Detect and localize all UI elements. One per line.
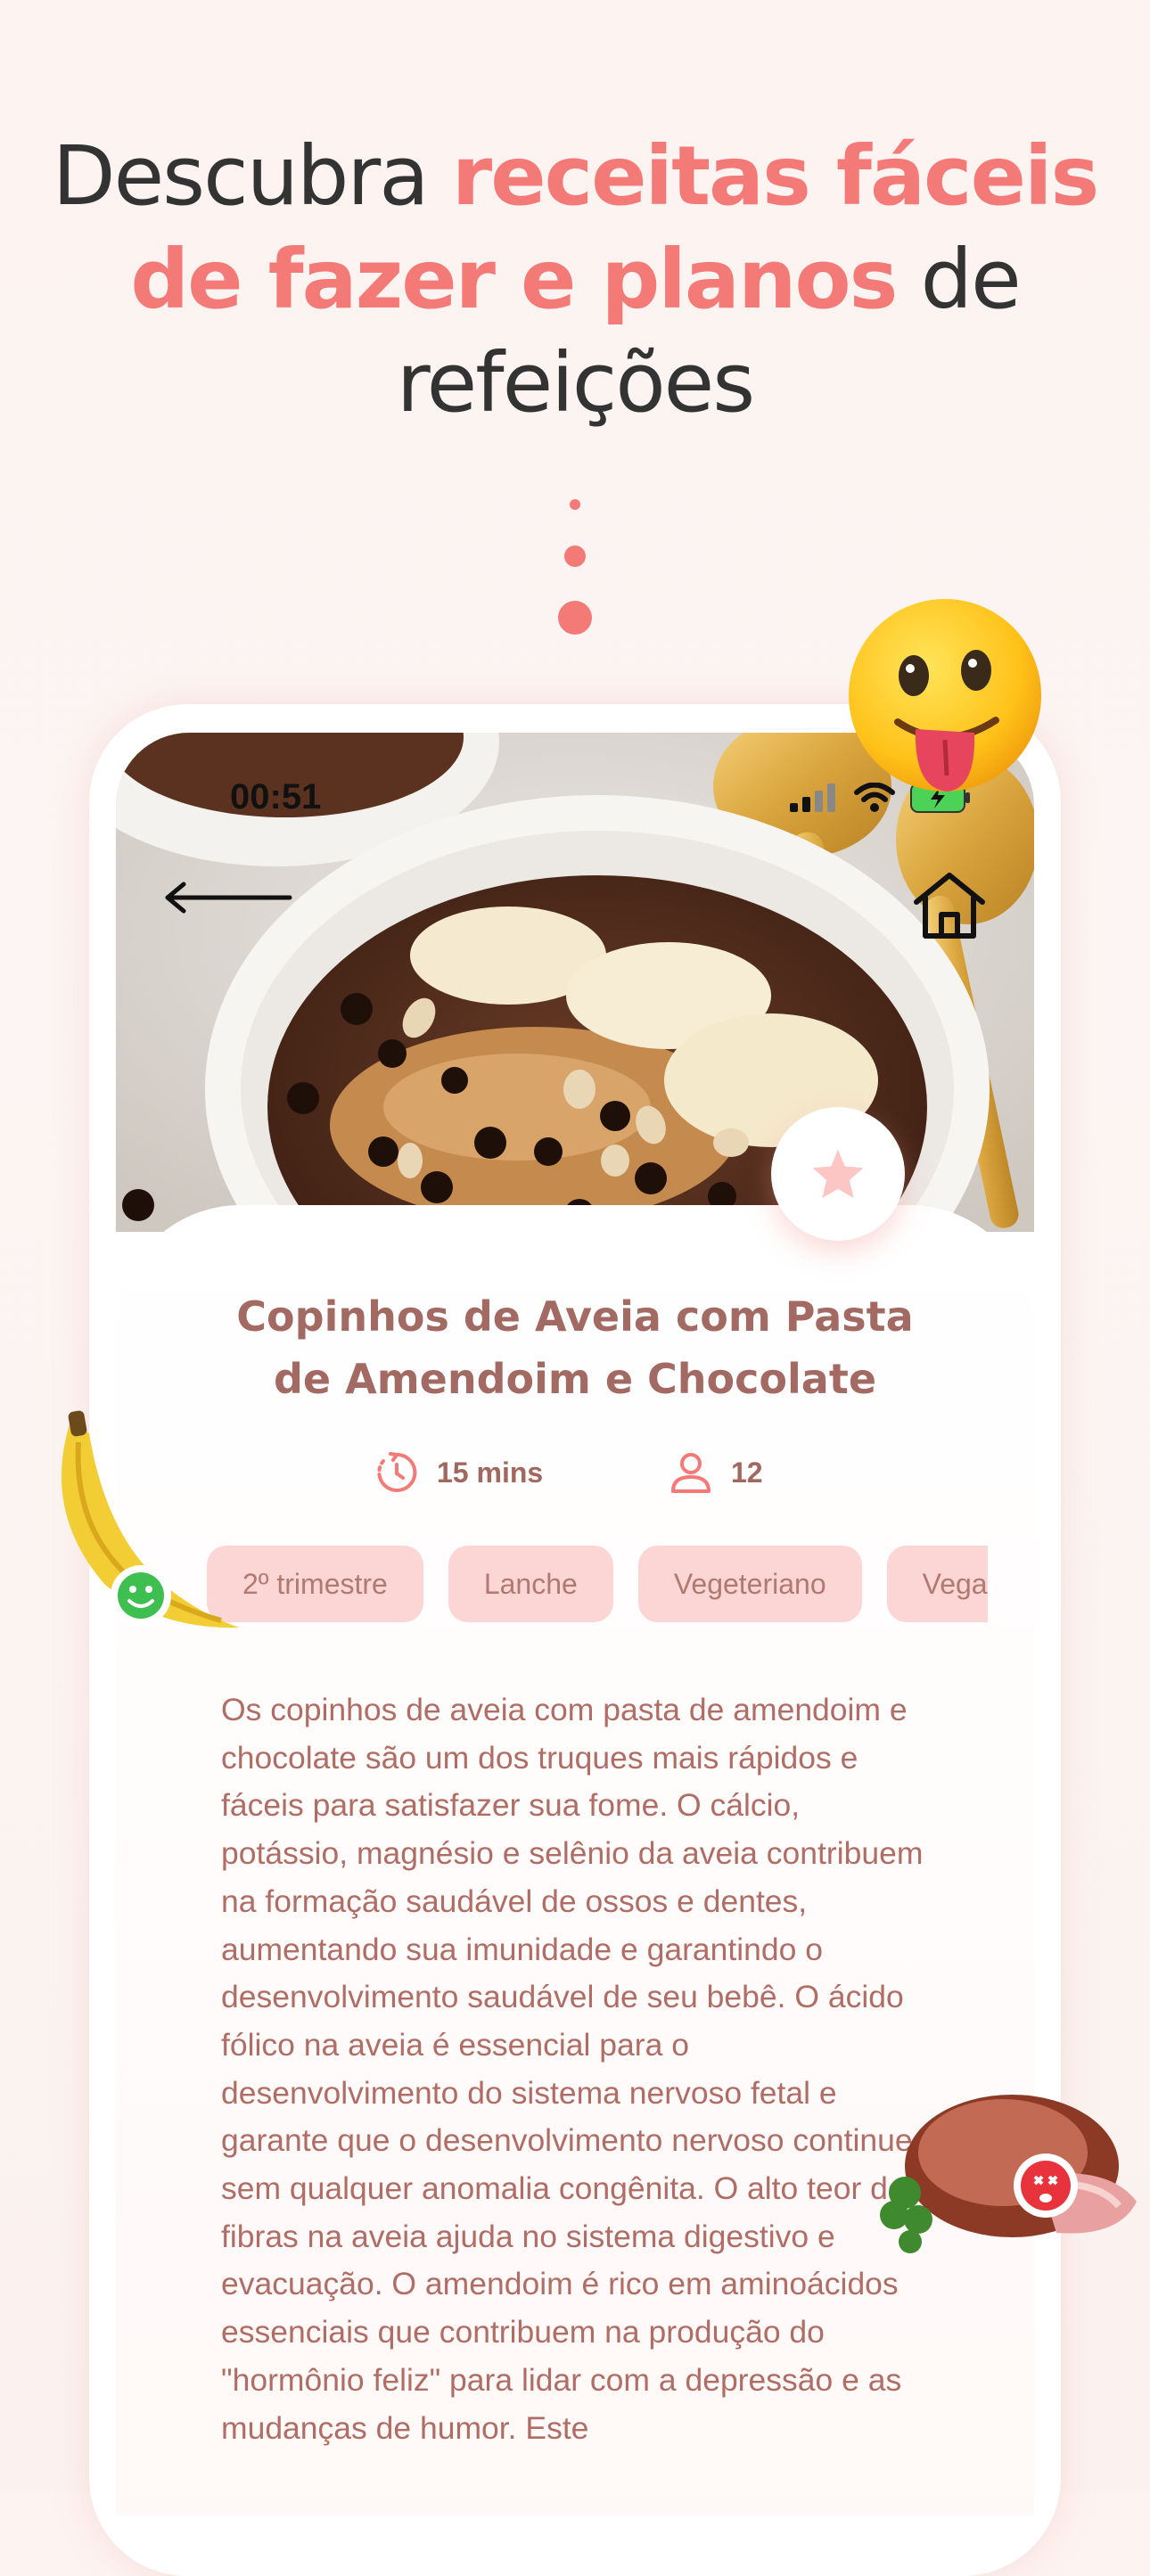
decor-dot-small bbox=[570, 499, 580, 510]
headline-line-1: Descubra receitas fáceis bbox=[52, 128, 1100, 224]
decor-dot-medium bbox=[564, 546, 586, 567]
servings: 12 bbox=[669, 1450, 763, 1495]
tag-list: 2º trimestre Lanche Vegeteriano Vegano bbox=[207, 1546, 988, 1626]
person-icon bbox=[671, 1453, 711, 1493]
headline-line-3: refeições bbox=[396, 335, 755, 431]
arrow-left-icon bbox=[165, 882, 292, 914]
prep-time: 15 mins bbox=[374, 1450, 543, 1495]
servings-value: 12 bbox=[731, 1456, 763, 1489]
decor-dot-large bbox=[558, 601, 592, 635]
recipe-title: Copinhos de Aveia com Pasta de Amendoim … bbox=[116, 1285, 1034, 1410]
tongue-emoji-icon bbox=[849, 599, 1041, 792]
tag-chip[interactable]: Vegano bbox=[886, 1546, 988, 1622]
prep-time-value: 15 mins bbox=[437, 1456, 544, 1489]
tag-chip[interactable]: Lanche bbox=[448, 1546, 613, 1622]
star-icon bbox=[812, 1149, 864, 1199]
tag-chip[interactable]: Vegeteriano bbox=[637, 1546, 862, 1622]
recipe-description: Os copinhos de aveia com pasta de amendo… bbox=[221, 1692, 924, 2446]
recipe-title-line-1: Copinhos de Aveia com Pasta bbox=[236, 1292, 914, 1341]
headline: Descubra receitas fáceis de fazer e plan… bbox=[0, 125, 1150, 435]
favorite-button[interactable] bbox=[771, 1107, 905, 1241]
banana-sticker bbox=[62, 1410, 239, 1628]
recipe-title-line-2: de Amendoim e Chocolate bbox=[273, 1355, 877, 1403]
timer-icon bbox=[377, 1452, 417, 1492]
recipe-card: Copinhos de Aveia com Pasta de Amendoim … bbox=[116, 1107, 1034, 2515]
headline-line-2: de fazer e planos de bbox=[130, 232, 1021, 327]
ham-sticker bbox=[880, 2095, 1137, 2253]
home-button[interactable] bbox=[909, 866, 990, 947]
home-icon bbox=[914, 873, 985, 939]
cellular-signal-icon bbox=[790, 783, 835, 812]
back-button[interactable] bbox=[160, 875, 294, 920]
status-bar-time: 00:51 bbox=[230, 777, 322, 816]
